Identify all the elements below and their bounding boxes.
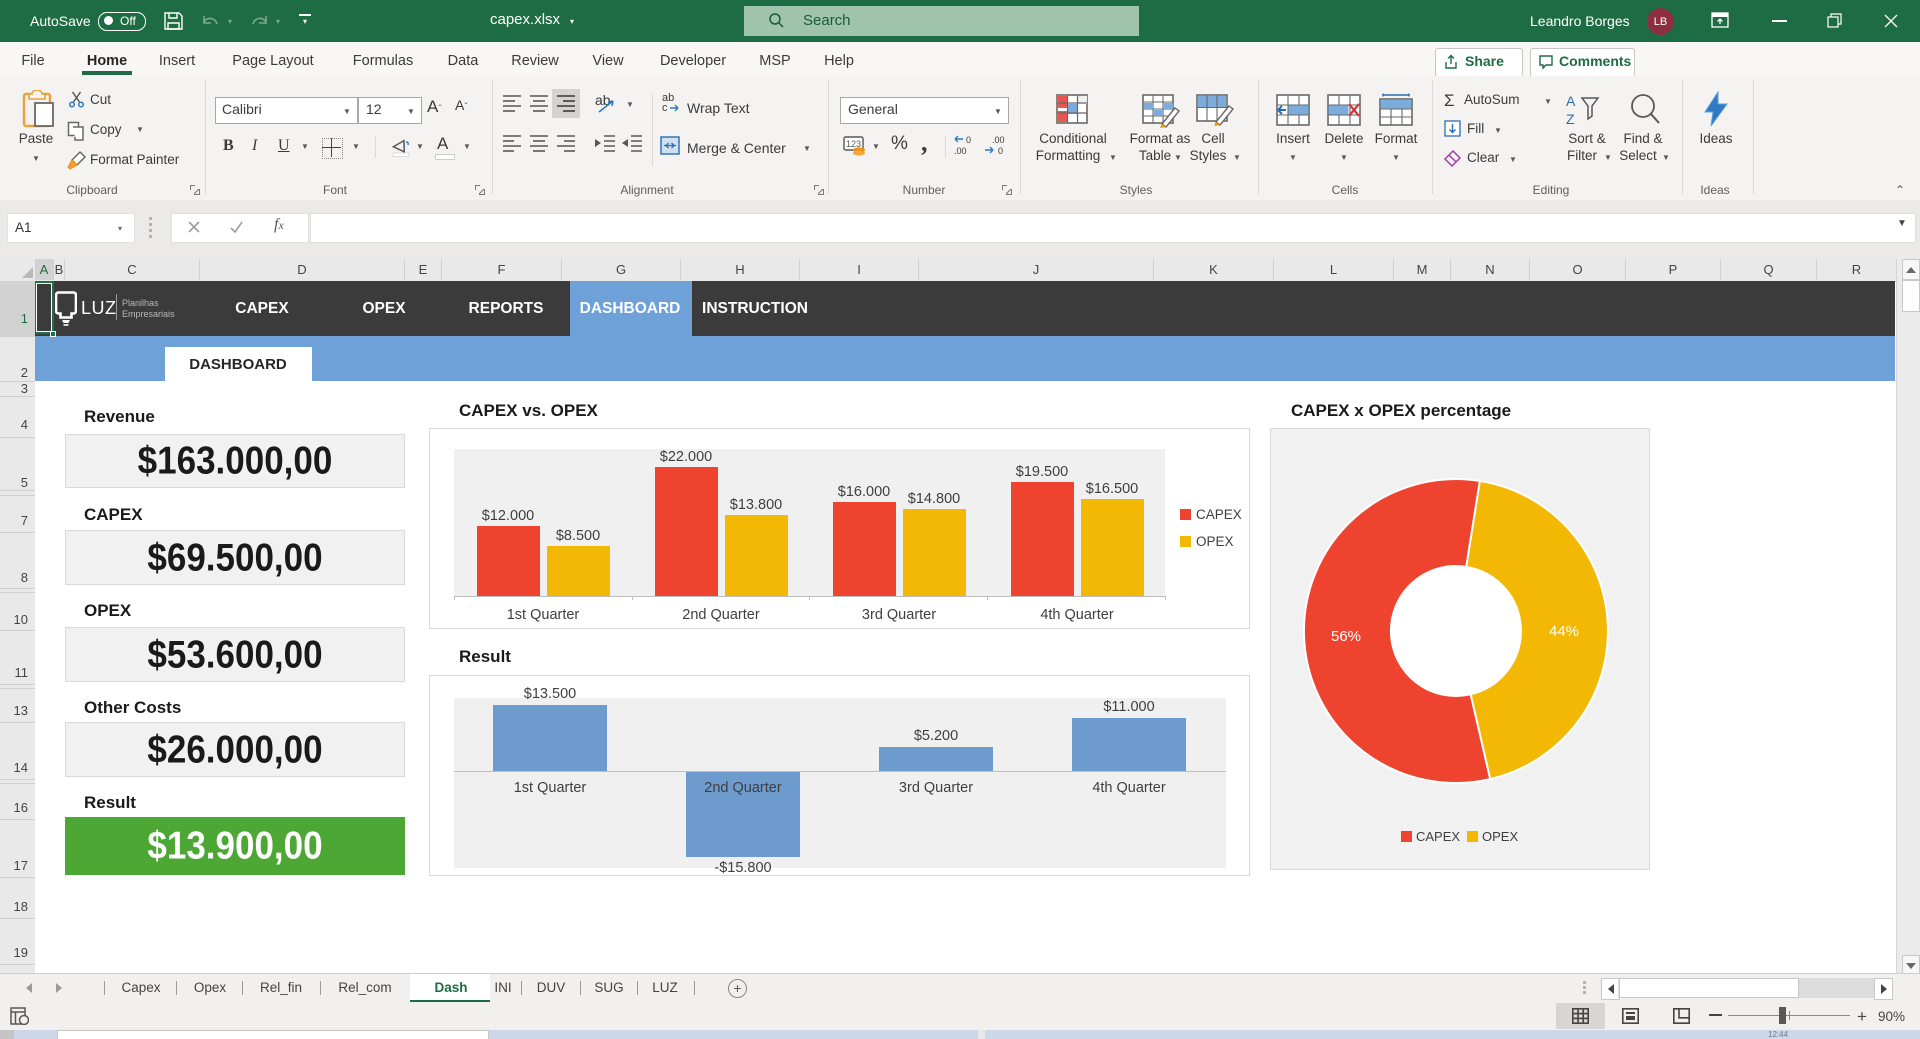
svg-text:0: 0 xyxy=(966,135,971,145)
svg-text:.00: .00 xyxy=(992,135,1005,145)
svg-text:A: A xyxy=(1566,93,1576,109)
svg-text:c: c xyxy=(662,102,668,113)
svg-text:0: 0 xyxy=(998,146,1003,156)
svg-text:Z: Z xyxy=(1566,111,1575,127)
svg-text:.00: .00 xyxy=(954,146,967,156)
